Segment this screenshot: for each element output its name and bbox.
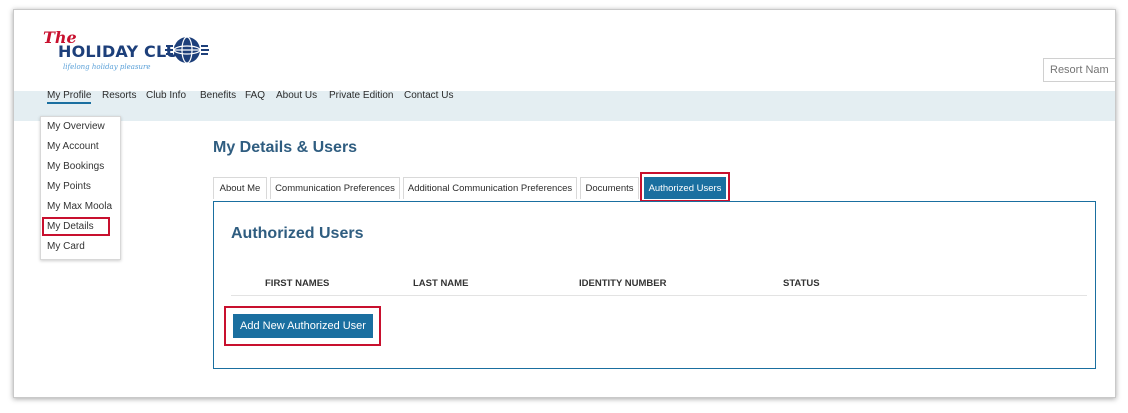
tab-communication-preferences[interactable]: Communication Preferences: [270, 177, 400, 199]
panel-title: Authorized Users: [231, 225, 364, 242]
tab-additional-communication-preferences[interactable]: Additional Communication Preferences: [403, 177, 577, 199]
menu-my-max-moola[interactable]: My Max Moola: [47, 201, 112, 212]
menu-my-points[interactable]: My Points: [47, 181, 91, 192]
menu-my-account[interactable]: My Account: [47, 141, 99, 152]
table-header-divider: [231, 295, 1087, 296]
page-title: My Details & Users: [213, 139, 358, 156]
column-header-first-names: FIRST NAMES: [265, 278, 330, 289]
column-header-status: STATUS: [783, 278, 820, 289]
add-button-highlight: [224, 306, 381, 346]
authorized-users-tab-highlight: [640, 172, 730, 202]
logo-tagline: lifelong holiday pleasure: [63, 63, 151, 71]
tab-about-me[interactable]: About Me: [213, 177, 267, 199]
tab-documents[interactable]: Documents: [580, 177, 639, 199]
menu-my-card[interactable]: My Card: [47, 241, 85, 252]
menu-my-overview[interactable]: My Overview: [47, 121, 105, 132]
resort-search-input[interactable]: [1043, 58, 1115, 82]
nav-faq[interactable]: FAQ: [245, 90, 265, 101]
nav-about-us[interactable]: About Us: [276, 90, 317, 101]
nav-private-edition[interactable]: Private Edition: [329, 90, 393, 101]
menu-my-bookings[interactable]: My Bookings: [47, 161, 104, 172]
column-header-last-name: LAST NAME: [413, 278, 469, 289]
my-details-highlight: [42, 217, 110, 236]
nav-benefits[interactable]: Benefits: [200, 90, 236, 101]
nav-contact-us[interactable]: Contact Us: [404, 90, 453, 101]
nav-club-info[interactable]: Club Info: [146, 90, 186, 101]
globe-icon: [165, 36, 209, 64]
holiday-club-logo[interactable]: The HOLIDAY CLUB lifelong holiday pleasu…: [43, 28, 213, 80]
nav-resorts[interactable]: Resorts: [102, 90, 136, 101]
column-header-identity-number: IDENTITY NUMBER: [579, 278, 667, 289]
nav-my-profile[interactable]: My Profile: [47, 90, 92, 104]
